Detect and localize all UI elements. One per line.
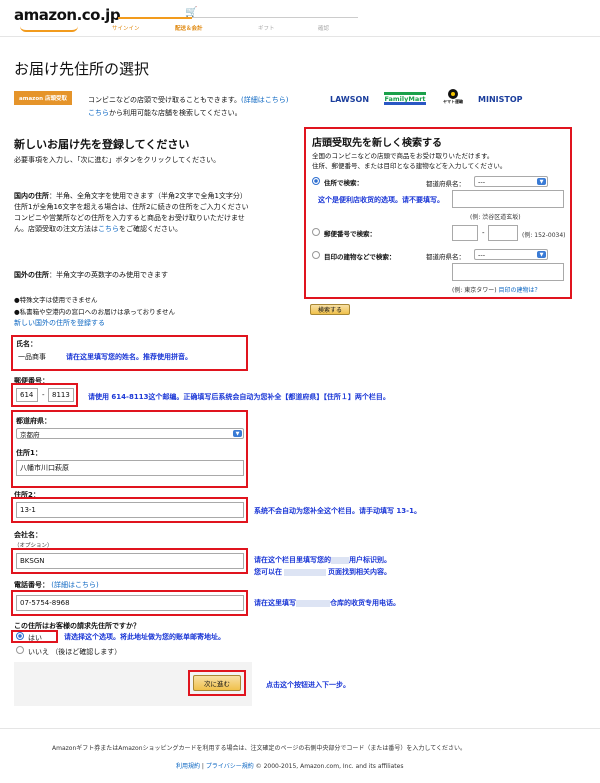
address2-annotation: 系统不会自动为您补全这个栏目。请手动填写 13-1。 bbox=[254, 507, 421, 515]
phone-label-row: 電話番号： (詳細はこちら) bbox=[14, 581, 99, 589]
phone-annotation: 请在这里填写 仓库的收货专用电话。 bbox=[254, 599, 400, 607]
postal-dash: - bbox=[42, 391, 45, 399]
pickup-pref-select-1[interactable]: --- ▼ bbox=[474, 176, 548, 187]
billing-yes-label: はい bbox=[28, 634, 42, 642]
pickup-search-button[interactable]: 検索する bbox=[310, 304, 350, 315]
billing-annotation: 请选择这个选项。将此地址做为您的账单邮寄地址。 bbox=[64, 633, 225, 641]
address2-input[interactable]: 13-1 bbox=[16, 502, 244, 518]
redacted-block bbox=[331, 556, 349, 564]
billing-no-radio[interactable] bbox=[16, 646, 24, 654]
privacy-link[interactable]: プライバシー規約 bbox=[206, 763, 254, 770]
pickup-address-example: (例: 渋谷区道玄坂) bbox=[470, 214, 521, 221]
cart-icon: 🛒 bbox=[185, 7, 198, 18]
familymart-logo: FamilyMart bbox=[384, 92, 426, 105]
pickup-landmark-input[interactable] bbox=[452, 263, 564, 281]
step-confirm: 確認 bbox=[318, 26, 330, 32]
name-label: 氏名： bbox=[16, 340, 37, 348]
lawson-logo: LAWSON bbox=[330, 95, 370, 104]
company-annotation-1: 请在这个栏目里填写您的 用户标识别。 bbox=[254, 556, 391, 564]
billing-no-label: いいえ （後ほど確認します） bbox=[28, 648, 122, 656]
company-label: 会社名： bbox=[14, 531, 42, 539]
step-signin: サインイン bbox=[112, 26, 140, 32]
search-by-postal-label: 郵便番号で検索： bbox=[324, 230, 376, 238]
yamato-logo: ヤマト運輸 bbox=[440, 89, 466, 107]
bullet-special-chars: ●特殊文字は使用できません bbox=[14, 296, 98, 304]
company-annotation-2: 您可以在 页面找到相关内容。 bbox=[254, 568, 391, 576]
store-pickup-line1: コンビニなどの店頭で受け取ることもできます。(詳細はこちら) bbox=[88, 96, 289, 104]
progress-done bbox=[118, 17, 192, 19]
postal2-input[interactable]: 8113 bbox=[48, 388, 74, 402]
pref-label: 都道府県： bbox=[16, 417, 51, 425]
next-button[interactable]: 次に進む bbox=[193, 675, 241, 691]
new-address-title: 新しいお届け先を登録してください bbox=[14, 138, 190, 151]
postal-annotation: 请使用 614-8113这个邮编。正确填写后系统会自动为您补全【都道府県】【住所… bbox=[88, 393, 390, 401]
pickup-address-input[interactable] bbox=[452, 190, 564, 208]
header-divider bbox=[0, 36, 600, 37]
next-annotation: 点击这个按钮进入下一步。 bbox=[266, 681, 350, 689]
redacted-block bbox=[284, 568, 326, 576]
postal1-input[interactable]: 614 bbox=[16, 388, 38, 402]
search-by-address-label: 住所で検索： bbox=[324, 179, 363, 187]
pickup-pref-label-1: 都道府県名： bbox=[426, 180, 465, 188]
bullet-po-box: ●私書箱や空港内の窓口へのお届けは承っておりません bbox=[14, 308, 175, 316]
footer-links: 利用規約 | プライバシー規約 © 2000-2015, Amazon.com,… bbox=[176, 763, 404, 770]
chevron-down-icon: ▼ bbox=[233, 430, 242, 437]
logo-smile bbox=[20, 26, 78, 32]
pickup-pref-label-2: 都道府県名： bbox=[426, 253, 465, 261]
yamato-cat-icon bbox=[448, 89, 458, 99]
footer-divider bbox=[0, 728, 600, 729]
store-search-link[interactable]: こちら bbox=[88, 109, 109, 117]
name-value[interactable]: 一品商事 bbox=[18, 352, 46, 362]
search-by-landmark-radio[interactable] bbox=[312, 251, 320, 259]
pickup-postal-example: (例: 152-0034) bbox=[522, 232, 566, 239]
footer-text: Amazonギフト券またはAmazonショッピングカードを利用する場合は、注文確… bbox=[52, 745, 467, 752]
company-input[interactable]: BKSGN bbox=[16, 553, 244, 569]
address1-label: 住所1： bbox=[16, 449, 42, 457]
pickup-postal2-input[interactable] bbox=[488, 225, 518, 241]
foreign-address-link[interactable]: 新しい国外の住所を登録する bbox=[14, 318, 105, 328]
name-annotation: 请在这里填写您的姓名。推荐使用拼音。 bbox=[66, 353, 192, 361]
store-pickup-badge: amazon 店頭受取 bbox=[14, 91, 72, 105]
foreign-note: 国外の住所：半角文字の英数字のみ使用できます bbox=[14, 271, 168, 279]
pickup-postal-dash: - bbox=[482, 229, 485, 237]
amazon-logo[interactable]: amazon.co.jp bbox=[14, 6, 121, 24]
pickup-pref-select-2[interactable]: --- ▼ bbox=[474, 249, 548, 260]
redacted-block bbox=[296, 599, 330, 607]
phone-details-link[interactable]: (詳細はこちら) bbox=[51, 581, 98, 589]
domestic-note: 国内の住所：半角、全角文字を使用できます（半角2文字で全角1文字分） 住所1が全… bbox=[14, 192, 249, 233]
ministop-logo: MINISTOP bbox=[478, 95, 523, 104]
search-by-postal-radio[interactable] bbox=[312, 228, 320, 236]
landmark-help-link[interactable]: 目印の建物は？ bbox=[499, 287, 541, 294]
phone-input[interactable]: 07-5754-8968 bbox=[16, 595, 244, 611]
address1-input[interactable]: 八幡市川口萩原 bbox=[16, 460, 244, 476]
pickup-annotation: 这个是便利店收货的选项。请不要填写。 bbox=[318, 196, 444, 204]
terms-link[interactable]: 利用規約 bbox=[176, 763, 200, 770]
search-by-address-radio[interactable] bbox=[312, 177, 320, 185]
pickup-postal1-input[interactable] bbox=[452, 225, 478, 241]
billing-yes-radio[interactable] bbox=[16, 632, 24, 640]
pickup-landmark-example: (例: 東京タワー) 目印の建物は？ bbox=[452, 287, 541, 294]
page-title: お届け先住所の選択 bbox=[14, 60, 150, 78]
step-gift: ギフト bbox=[258, 26, 275, 32]
details-link[interactable]: (詳細はこちら) bbox=[241, 96, 288, 104]
step-shipping: 配送＆会計 bbox=[175, 26, 203, 32]
pref-select[interactable]: 京都府 ▼ bbox=[16, 428, 244, 439]
search-by-landmark-label: 目印の建物などで検索： bbox=[324, 253, 396, 261]
pickup-search-desc: 全国のコンビニなどの店頭で商品をお受け取りいただけます。 住所、郵便番号、または… bbox=[312, 152, 507, 170]
pickup-search-title: 店頭受取先を新しく検索する bbox=[312, 138, 442, 149]
new-address-intro: 必要事項を入力し、「次に進む」ボタンをクリックしてください。 bbox=[14, 156, 221, 164]
pickup-order-link[interactable]: こちら bbox=[98, 225, 119, 233]
store-pickup-line2: こちらから利用可能な店舗を検索してください。 bbox=[88, 109, 242, 117]
chevron-down-icon: ▼ bbox=[537, 251, 546, 258]
chevron-down-icon: ▼ bbox=[537, 178, 546, 185]
